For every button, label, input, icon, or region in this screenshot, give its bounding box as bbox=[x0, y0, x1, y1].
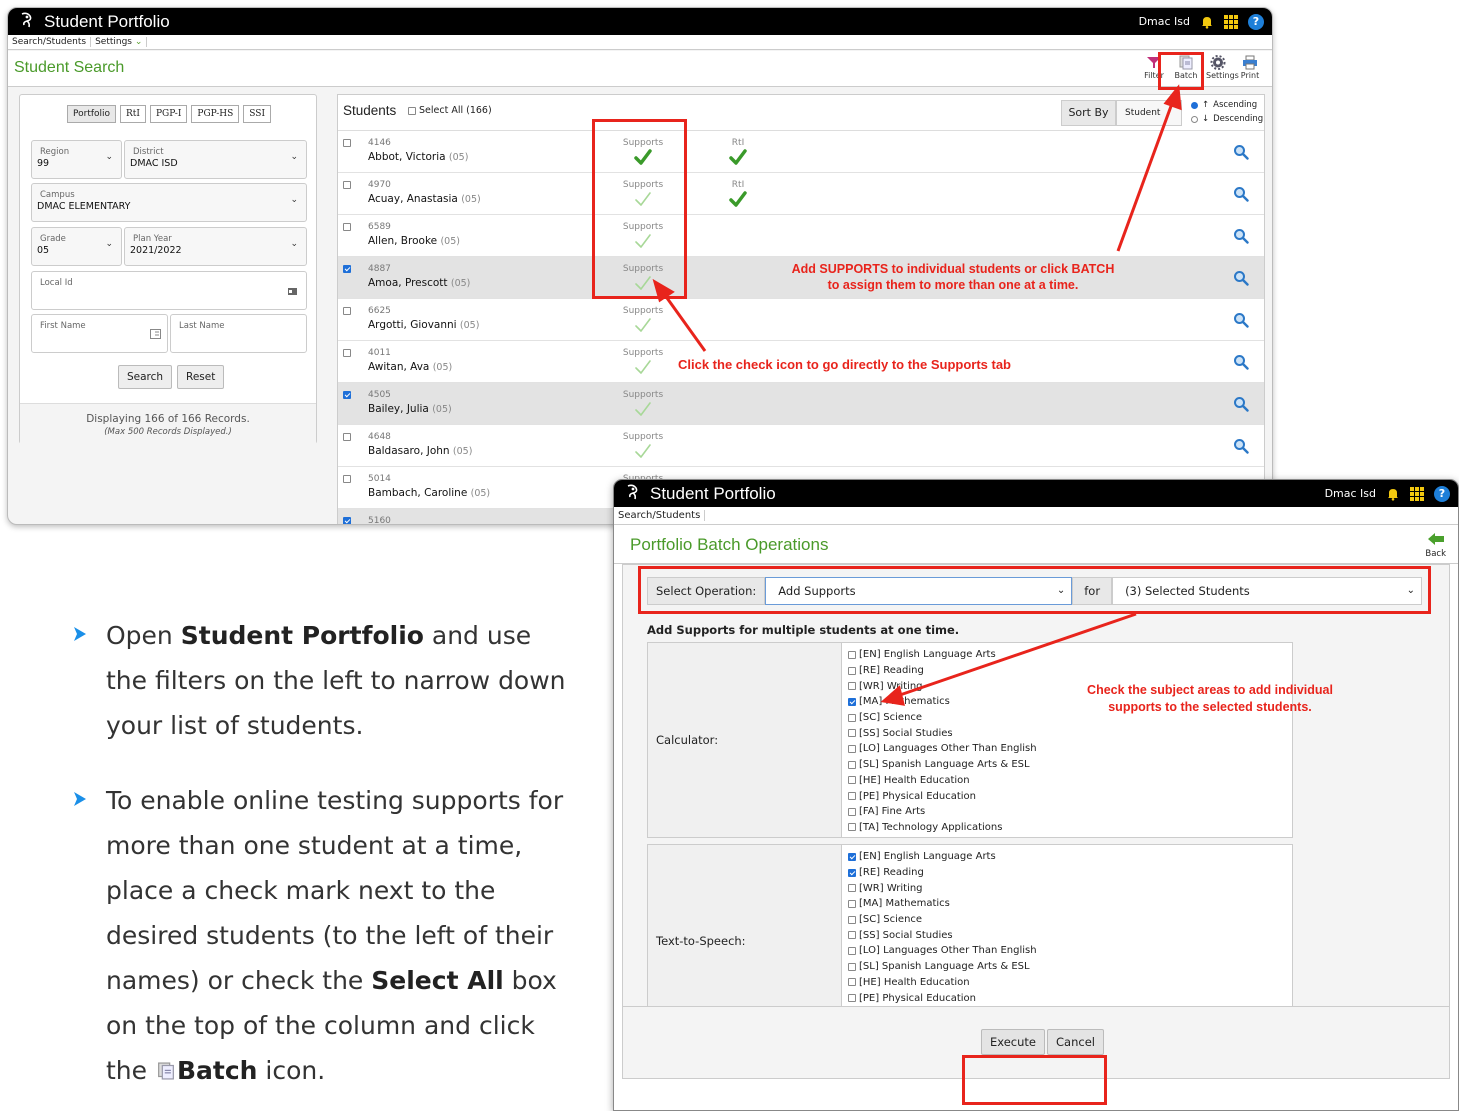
batch-icon bbox=[158, 1062, 174, 1080]
bold-text: Batch bbox=[176, 1056, 258, 1085]
text: Open bbox=[106, 621, 181, 650]
chevron-right-icon bbox=[74, 627, 86, 641]
arrow-to-subjects bbox=[896, 612, 1137, 698]
arrow-to-batch bbox=[1116, 97, 1176, 252]
arrowhead bbox=[880, 685, 906, 706]
annotation-arrows bbox=[652, 84, 1182, 352]
bold-text: Select All bbox=[371, 966, 504, 995]
arrowhead bbox=[652, 278, 675, 303]
student-search-window: Student Portfolio Dmac Isd ? Search/Stud… bbox=[7, 7, 1273, 525]
instruction-text-1: Open Student Portfolio and use the filte… bbox=[106, 613, 566, 748]
bold-text: Student Portfolio bbox=[180, 621, 424, 650]
instruction-text-2: To enable online testing supports for mo… bbox=[106, 778, 566, 1093]
arrowhead bbox=[1163, 84, 1182, 111]
text: To enable online testing supports for mo… bbox=[106, 786, 564, 995]
annotation-arrows bbox=[880, 612, 1137, 706]
chevron-right-icon bbox=[74, 792, 86, 806]
arrow-to-check bbox=[660, 290, 707, 352]
text: icon. bbox=[257, 1056, 326, 1085]
batch-operations-window: Student Portfolio Dmac Isd ? Search/Stud… bbox=[613, 479, 1459, 1111]
